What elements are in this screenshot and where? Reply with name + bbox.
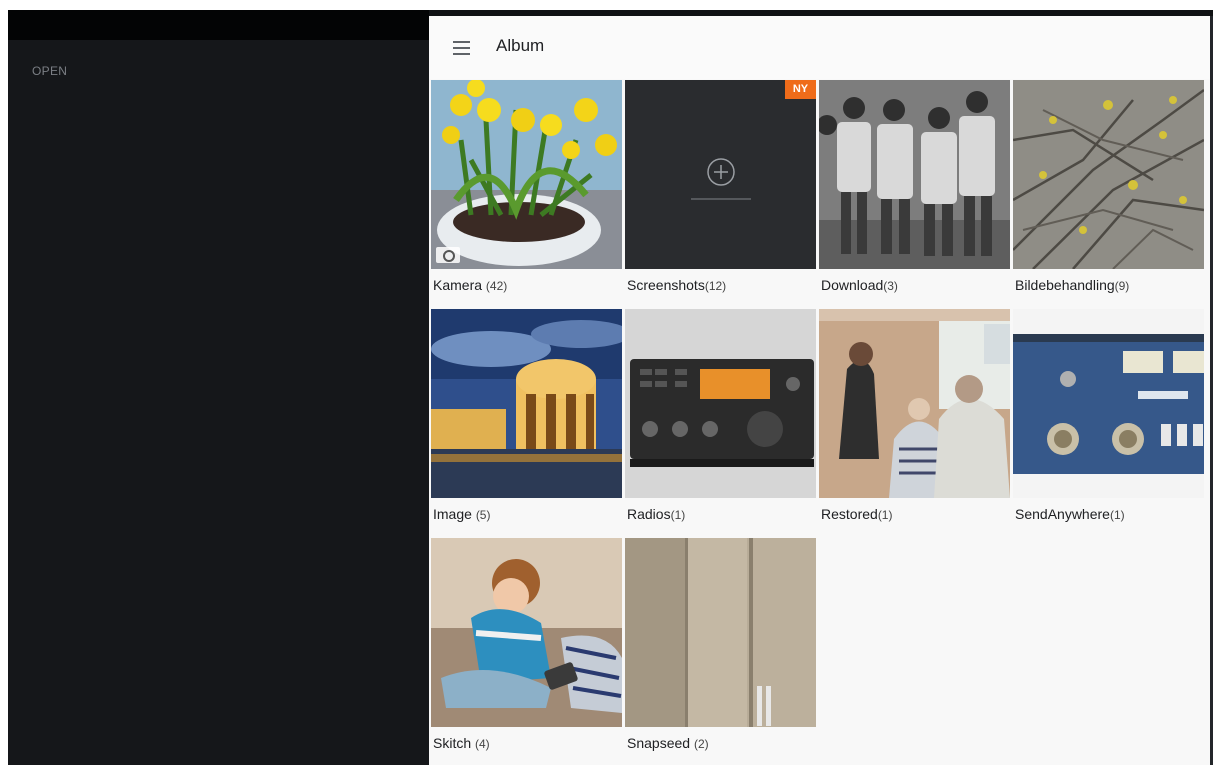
album-caption: Screenshots(12) bbox=[627, 277, 726, 293]
album-name: Bildebehandling bbox=[1015, 277, 1115, 293]
album-tile-sendanywhere[interactable]: SendAnywhere(1) bbox=[1013, 309, 1204, 528]
album-caption: Bildebehandling(9) bbox=[1015, 277, 1129, 293]
album-caption: SendAnywhere(1) bbox=[1015, 506, 1125, 522]
album-caption: Snapseed (2) bbox=[627, 735, 709, 751]
new-badge: NY bbox=[785, 80, 816, 99]
album-count: (1) bbox=[1109, 508, 1125, 522]
album-tile-screenshots[interactable]: NY Screenshots(12) bbox=[625, 80, 816, 299]
hamburger-menu-icon[interactable] bbox=[451, 38, 475, 58]
album-name: Screenshots bbox=[627, 277, 705, 293]
album-thumbnail bbox=[1013, 309, 1204, 498]
album-thumbnail bbox=[1013, 80, 1204, 269]
album-count: (9) bbox=[1114, 279, 1130, 293]
album-count: (3) bbox=[883, 279, 898, 293]
album-name: Restored bbox=[821, 506, 878, 522]
album-thumbnail bbox=[625, 309, 816, 498]
album-caption: Skitch (4) bbox=[433, 735, 490, 751]
album-tile-snapseed[interactable]: Snapseed (2) bbox=[625, 538, 816, 757]
album-thumbnail bbox=[431, 309, 622, 498]
album-count: (12) bbox=[704, 279, 727, 293]
album-caption: Restored(1) bbox=[821, 506, 892, 522]
album-thumbnail bbox=[431, 80, 622, 269]
album-tile-restored[interactable]: Restored(1) bbox=[819, 309, 1010, 528]
album-thumbnail bbox=[625, 538, 816, 727]
album-count: (42) bbox=[485, 279, 508, 293]
camera-icon bbox=[436, 247, 460, 263]
app-frame: OPEN Album Kamera (42) NY Screenshots(12… bbox=[0, 0, 1213, 765]
album-thumbnail: NY bbox=[625, 80, 816, 269]
album-name: SendAnywhere bbox=[1015, 506, 1110, 522]
album-count: (4) bbox=[475, 737, 490, 751]
album-count: (2) bbox=[693, 737, 709, 751]
album-tile-skitch[interactable]: Skitch (4) bbox=[431, 538, 622, 757]
album-count: (1) bbox=[670, 508, 686, 522]
album-name: Skitch bbox=[433, 735, 472, 751]
album-name: Kamera bbox=[433, 277, 483, 293]
app-bar: Album bbox=[429, 16, 1210, 79]
album-name: Radios bbox=[627, 506, 671, 522]
album-tile-radios[interactable]: Radios(1) bbox=[625, 309, 816, 528]
album-thumbnail bbox=[819, 80, 1010, 269]
album-caption: Kamera (42) bbox=[433, 277, 507, 293]
album-caption: Image (5) bbox=[433, 506, 490, 522]
album-count: (1) bbox=[877, 508, 893, 522]
album-caption: Download(3) bbox=[821, 277, 898, 293]
left-panel: OPEN bbox=[8, 10, 429, 765]
album-caption: Radios(1) bbox=[627, 506, 685, 522]
album-panel: Album Kamera (42) NY Screenshots(12) Dow… bbox=[429, 16, 1210, 765]
open-label[interactable]: OPEN bbox=[32, 64, 67, 78]
left-panel-topbar bbox=[8, 10, 429, 40]
album-tile-download[interactable]: Download(3) bbox=[819, 80, 1010, 299]
album-name: Image bbox=[433, 506, 472, 522]
album-tile-kamera[interactable]: Kamera (42) bbox=[431, 80, 622, 299]
album-thumbnail bbox=[431, 538, 622, 727]
album-name: Snapseed bbox=[627, 735, 691, 751]
album-name: Download bbox=[821, 277, 884, 293]
album-thumbnail bbox=[819, 309, 1010, 498]
album-tile-bildebehandling[interactable]: Bildebehandling(9) bbox=[1013, 80, 1204, 299]
album-count: (5) bbox=[475, 508, 491, 522]
page-title: Album bbox=[496, 36, 545, 55]
album-tile-image[interactable]: Image (5) bbox=[431, 309, 622, 528]
